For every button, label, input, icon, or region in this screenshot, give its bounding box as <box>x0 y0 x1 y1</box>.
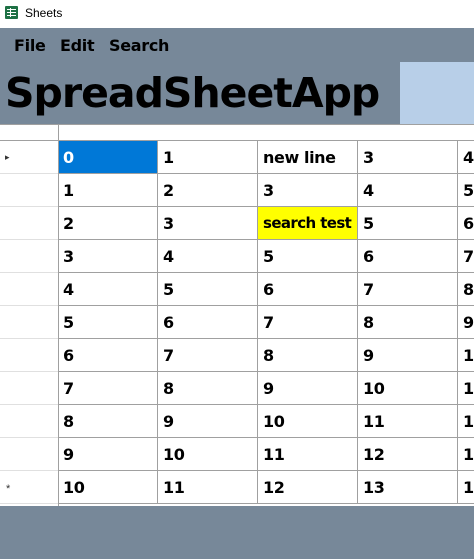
table-row: 45678 <box>0 273 474 306</box>
grid-cell[interactable]: 13 <box>358 471 458 504</box>
grid-cell[interactable]: 6 <box>358 240 458 273</box>
grid-cell[interactable]: 8 <box>358 306 458 339</box>
row-header[interactable] <box>0 438 58 471</box>
current-row-icon: ▸ <box>5 152 10 162</box>
header-panel <box>400 62 474 124</box>
grid-cell[interactable]: 11 <box>258 438 358 471</box>
menu-search[interactable]: Search <box>109 36 169 55</box>
row-header[interactable] <box>0 174 58 207</box>
table-row: 56789 <box>0 306 474 339</box>
table-row: ▸ 0 1 new line 3 4 <box>0 141 474 174</box>
grid-cell[interactable]: 5 <box>358 207 458 240</box>
app-title: SpreadSheetApp <box>5 69 380 117</box>
corner-divider <box>58 125 59 141</box>
row-header[interactable]: ▸ <box>0 141 58 174</box>
table-row: 7 8 9 10 1 <box>0 372 474 405</box>
spreadsheet-icon <box>5 6 18 19</box>
grid-cell[interactable]: 4 <box>358 174 458 207</box>
grid-cell[interactable]: 5 <box>458 174 474 207</box>
row-header[interactable] <box>0 273 58 306</box>
window-title: Sheets <box>25 6 63 20</box>
grid-cell[interactable]: 3 <box>258 174 358 207</box>
table-row: 67891 <box>0 339 474 372</box>
grid-cell[interactable]: 7 <box>58 372 158 405</box>
menu-file[interactable]: File <box>14 36 46 55</box>
new-row-icon: * <box>6 483 11 495</box>
grid-cell[interactable]: 6 <box>58 339 158 372</box>
app-header: SpreadSheetApp <box>0 62 474 124</box>
grid-cell[interactable]: 12 <box>358 438 458 471</box>
grid-cell[interactable]: 10 <box>58 471 158 504</box>
row-header[interactable] <box>0 207 58 240</box>
grid-cell[interactable]: 8 <box>58 405 158 438</box>
grid-cell[interactable]: 4 <box>58 273 158 306</box>
row-header[interactable] <box>0 306 58 339</box>
table-row: 2 3 search test 5 6 <box>0 207 474 240</box>
row-header[interactable] <box>0 339 58 372</box>
grid-cell[interactable]: 1 <box>458 339 474 372</box>
grid-cell[interactable]: 2 <box>58 207 158 240</box>
window-titlebar: Sheets <box>0 0 474 28</box>
grid-cell[interactable]: 1 <box>458 372 474 405</box>
grid-cell[interactable]: 7 <box>358 273 458 306</box>
grid-cell[interactable]: 2 <box>158 174 258 207</box>
grid-cell[interactable]: 10 <box>258 405 358 438</box>
grid-cell[interactable]: new line <box>258 141 358 174</box>
row-header[interactable] <box>0 240 58 273</box>
row-header[interactable] <box>0 372 58 405</box>
table-row: 9 10 11 12 1 <box>0 438 474 471</box>
grid-cell[interactable]: 11 <box>358 405 458 438</box>
grid-cell[interactable]: 8 <box>158 372 258 405</box>
spreadsheet-grid[interactable]: ▸ 0 1 new line 3 4 1 2 3 4 5 2 3 search test 5 6 3 4 5 6 7 4 5… <box>0 124 474 506</box>
grid-cell[interactable]: 11 <box>158 471 258 504</box>
column-header-row <box>0 124 474 141</box>
grid-cell[interactable]: 9 <box>258 372 358 405</box>
table-row: 8 9 10 11 1 <box>0 405 474 438</box>
grid-cell[interactable]: 8 <box>458 273 474 306</box>
row-header[interactable] <box>0 405 58 438</box>
grid-cell[interactable]: 5 <box>258 240 358 273</box>
grid-cell[interactable]: 6 <box>458 207 474 240</box>
grid-cell[interactable]: 7 <box>458 240 474 273</box>
grid-cell[interactable]: 3 <box>358 141 458 174</box>
table-row: 12345 <box>0 174 474 207</box>
grid-cell[interactable]: 1 <box>458 438 474 471</box>
menu-edit[interactable]: Edit <box>60 36 95 55</box>
grid-cell[interactable]: 9 <box>458 306 474 339</box>
status-area <box>0 506 474 559</box>
row-header[interactable]: * <box>0 471 58 504</box>
grid-cell[interactable]: 1 <box>58 174 158 207</box>
grid-cell[interactable]: 6 <box>258 273 358 306</box>
grid-cell[interactable]: 9 <box>358 339 458 372</box>
grid-cell[interactable]: 5 <box>58 306 158 339</box>
grid-cell[interactable]: search test <box>258 207 358 240</box>
table-row: 34567 <box>0 240 474 273</box>
grid-cell[interactable]: 9 <box>58 438 158 471</box>
grid-cell[interactable]: 5 <box>158 273 258 306</box>
grid-cell[interactable]: 1 <box>158 141 258 174</box>
table-row: * 10 11 12 13 1 <box>0 471 474 504</box>
grid-cell[interactable]: 3 <box>158 207 258 240</box>
grid-cell[interactable]: 0 <box>58 141 158 174</box>
grid-cell[interactable]: 6 <box>158 306 258 339</box>
grid-cell[interactable]: 4 <box>458 141 474 174</box>
grid-cell[interactable]: 8 <box>258 339 358 372</box>
grid-cell[interactable]: 10 <box>358 372 458 405</box>
grid-cell[interactable]: 4 <box>158 240 258 273</box>
menu-bar: File Edit Search <box>0 28 474 62</box>
row-header-border <box>58 141 59 506</box>
grid-cell[interactable]: 1 <box>458 405 474 438</box>
grid-cell[interactable]: 7 <box>258 306 358 339</box>
grid-cell[interactable]: 10 <box>158 438 258 471</box>
grid-cell[interactable]: 7 <box>158 339 258 372</box>
grid-cell[interactable]: 12 <box>258 471 358 504</box>
grid-cell[interactable]: 9 <box>158 405 258 438</box>
grid-cell[interactable]: 1 <box>458 471 474 504</box>
grid-cell[interactable]: 3 <box>58 240 158 273</box>
